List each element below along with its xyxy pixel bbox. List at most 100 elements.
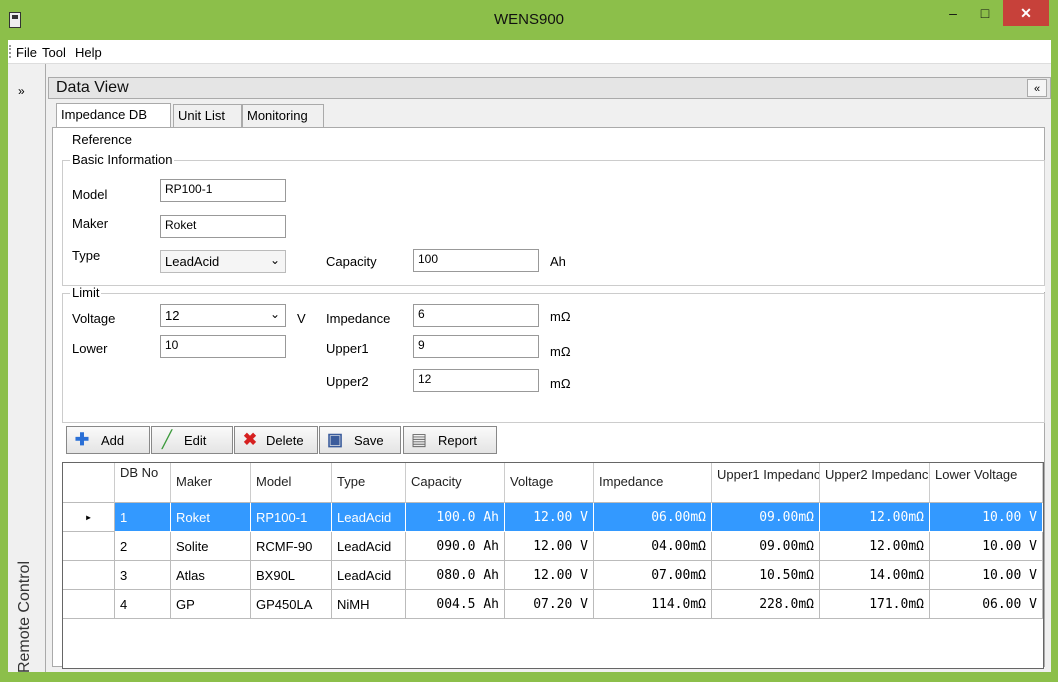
header-lower-voltage[interactable]: Lower Voltage: [930, 463, 1043, 503]
impedance-cell[interactable]: 04.00mΩ: [594, 532, 712, 561]
capacity-cell[interactable]: 090.0 Ah: [406, 532, 505, 561]
db-no-cell[interactable]: 4: [115, 590, 171, 619]
header-capacity[interactable]: Capacity: [406, 463, 505, 503]
tab-unit-list[interactable]: Unit List: [173, 104, 242, 127]
minimize-button[interactable]: –: [940, 0, 966, 26]
delete-button[interactable]: ✖ Delete: [234, 426, 318, 454]
voltage-cell[interactable]: 12.00 V: [505, 503, 594, 532]
model-cell[interactable]: GP450LA: [251, 590, 332, 619]
maker-cell[interactable]: Atlas: [171, 561, 251, 590]
voltage-cell[interactable]: 07.20 V: [505, 590, 594, 619]
upper2-impedance-cell[interactable]: 12.00mΩ: [820, 503, 930, 532]
lower-voltage-cell[interactable]: 06.00 V: [930, 590, 1043, 619]
model-cell[interactable]: RCMF-90: [251, 532, 332, 561]
header-model[interactable]: Model: [251, 463, 332, 503]
table-row[interactable]: ▸ 1 Roket RP100-1 LeadAcid 100.0 Ah 12.00 V 06.…: [63, 503, 1043, 532]
limit-title: Limit: [70, 285, 102, 300]
type-cell[interactable]: LeadAcid: [332, 532, 406, 561]
report-button[interactable]: ▤ Report: [403, 426, 497, 454]
sidebar-label[interactable]: Remote Control: [16, 552, 34, 682]
maker-cell[interactable]: GP: [171, 590, 251, 619]
header-voltage[interactable]: Voltage: [505, 463, 594, 503]
upper1-label: Upper1: [326, 341, 369, 356]
impedance-cell[interactable]: 06.00mΩ: [594, 503, 712, 532]
db-no-cell[interactable]: 3: [115, 561, 171, 590]
data-view-header: Data View «: [48, 77, 1051, 99]
lower-voltage-cell[interactable]: 10.00 V: [930, 532, 1043, 561]
row-selector[interactable]: [63, 532, 115, 561]
upper2-unit: mΩ: [550, 376, 571, 391]
lower-voltage-cell[interactable]: 10.00 V: [930, 561, 1043, 590]
maker-field[interactable]: Roket: [160, 215, 286, 238]
upper1-impedance-cell[interactable]: 09.00mΩ: [712, 503, 820, 532]
header-upper2-impedance[interactable]: Upper2 Impedance: [820, 463, 930, 503]
menu-file[interactable]: File: [16, 45, 37, 60]
model-field[interactable]: RP100-1: [160, 179, 286, 202]
model-cell[interactable]: RP100-1: [251, 503, 332, 532]
close-button[interactable]: ✕: [1003, 0, 1049, 26]
impedance-table[interactable]: DB No Maker Model Type Capacity Voltage …: [62, 462, 1044, 669]
tab-monitoring[interactable]: Monitoring: [242, 104, 324, 127]
lower-field[interactable]: 10: [160, 335, 286, 358]
collapse-panel-icon[interactable]: «: [1027, 79, 1047, 97]
menu-help[interactable]: Help: [75, 45, 102, 60]
maker-label: Maker: [72, 216, 109, 231]
maker-cell[interactable]: Solite: [171, 532, 251, 561]
table-row[interactable]: 3 Atlas BX90L LeadAcid 080.0 Ah 12.00 V 07.00m…: [63, 561, 1043, 590]
type-value: LeadAcid: [165, 254, 220, 269]
model-cell[interactable]: BX90L: [251, 561, 332, 590]
voltage-cell[interactable]: 12.00 V: [505, 561, 594, 590]
type-cell[interactable]: LeadAcid: [332, 561, 406, 590]
upper1-field[interactable]: 9: [413, 335, 539, 358]
table-row[interactable]: 4 GP GP450LA NiMH 004.5 Ah 07.20 V 114.0mΩ 228.…: [63, 590, 1043, 619]
capacity-cell[interactable]: 100.0 Ah: [406, 503, 505, 532]
voltage-label: Voltage: [72, 311, 116, 326]
tab-impedance-db[interactable]: Impedance DB: [56, 103, 171, 128]
voltage-cell[interactable]: 12.00 V: [505, 532, 594, 561]
expand-sidebar-icon[interactable]: »: [18, 84, 25, 98]
impedance-cell[interactable]: 07.00mΩ: [594, 561, 712, 590]
add-button[interactable]: ✚ Add: [66, 426, 150, 454]
capacity-cell[interactable]: 004.5 Ah: [406, 590, 505, 619]
type-cell[interactable]: LeadAcid: [332, 503, 406, 532]
edit-button[interactable]: ╱ Edit: [151, 426, 233, 454]
row-selector[interactable]: ▸: [63, 503, 115, 532]
row-selector[interactable]: [63, 590, 115, 619]
upper2-impedance-cell[interactable]: 171.0mΩ: [820, 590, 930, 619]
impedance-field[interactable]: 6: [413, 304, 539, 327]
capacity-cell[interactable]: 080.0 Ah: [406, 561, 505, 590]
type-cell[interactable]: NiMH: [332, 590, 406, 619]
type-label: Type: [72, 248, 101, 263]
header-impedance[interactable]: Impedance: [594, 463, 712, 503]
lower-label: Lower: [72, 341, 108, 356]
header-row-selector: [63, 463, 115, 503]
maximize-button[interactable]: □: [972, 0, 998, 26]
upper2-impedance-cell[interactable]: 12.00mΩ: [820, 532, 930, 561]
maker-cell[interactable]: Roket: [171, 503, 251, 532]
remote-control-sidebar: » Remote Control: [8, 64, 46, 673]
db-no-cell[interactable]: 2: [115, 532, 171, 561]
upper1-impedance-cell[interactable]: 09.00mΩ: [712, 532, 820, 561]
report-document-icon: ▤: [410, 430, 428, 449]
header-db-no[interactable]: DB No: [115, 463, 171, 503]
menu-bar: File Tool Help: [8, 40, 1051, 64]
add-label: Add: [101, 433, 125, 448]
type-dropdown[interactable]: LeadAcid ⌄: [160, 250, 286, 273]
db-no-cell[interactable]: 1: [115, 503, 171, 532]
row-selector[interactable]: [63, 561, 115, 590]
impedance-label: Impedance: [326, 311, 391, 326]
upper2-impedance-cell[interactable]: 14.00mΩ: [820, 561, 930, 590]
upper2-field[interactable]: 12: [413, 369, 539, 392]
header-upper1-impedance[interactable]: Upper1 Impedance: [712, 463, 820, 503]
header-maker[interactable]: Maker: [171, 463, 251, 503]
header-type[interactable]: Type: [332, 463, 406, 503]
voltage-dropdown[interactable]: 12 ⌄: [160, 304, 286, 327]
upper1-impedance-cell[interactable]: 10.50mΩ: [712, 561, 820, 590]
table-row[interactable]: 2 Solite RCMF-90 LeadAcid 090.0 Ah 12.00 V 04.…: [63, 532, 1043, 561]
save-button[interactable]: ▣ Save: [319, 426, 401, 454]
upper1-impedance-cell[interactable]: 228.0mΩ: [712, 590, 820, 619]
lower-voltage-cell[interactable]: 10.00 V: [930, 503, 1043, 532]
menu-tool[interactable]: Tool: [42, 45, 66, 60]
impedance-cell[interactable]: 114.0mΩ: [594, 590, 712, 619]
capacity-field[interactable]: 100: [413, 249, 539, 272]
